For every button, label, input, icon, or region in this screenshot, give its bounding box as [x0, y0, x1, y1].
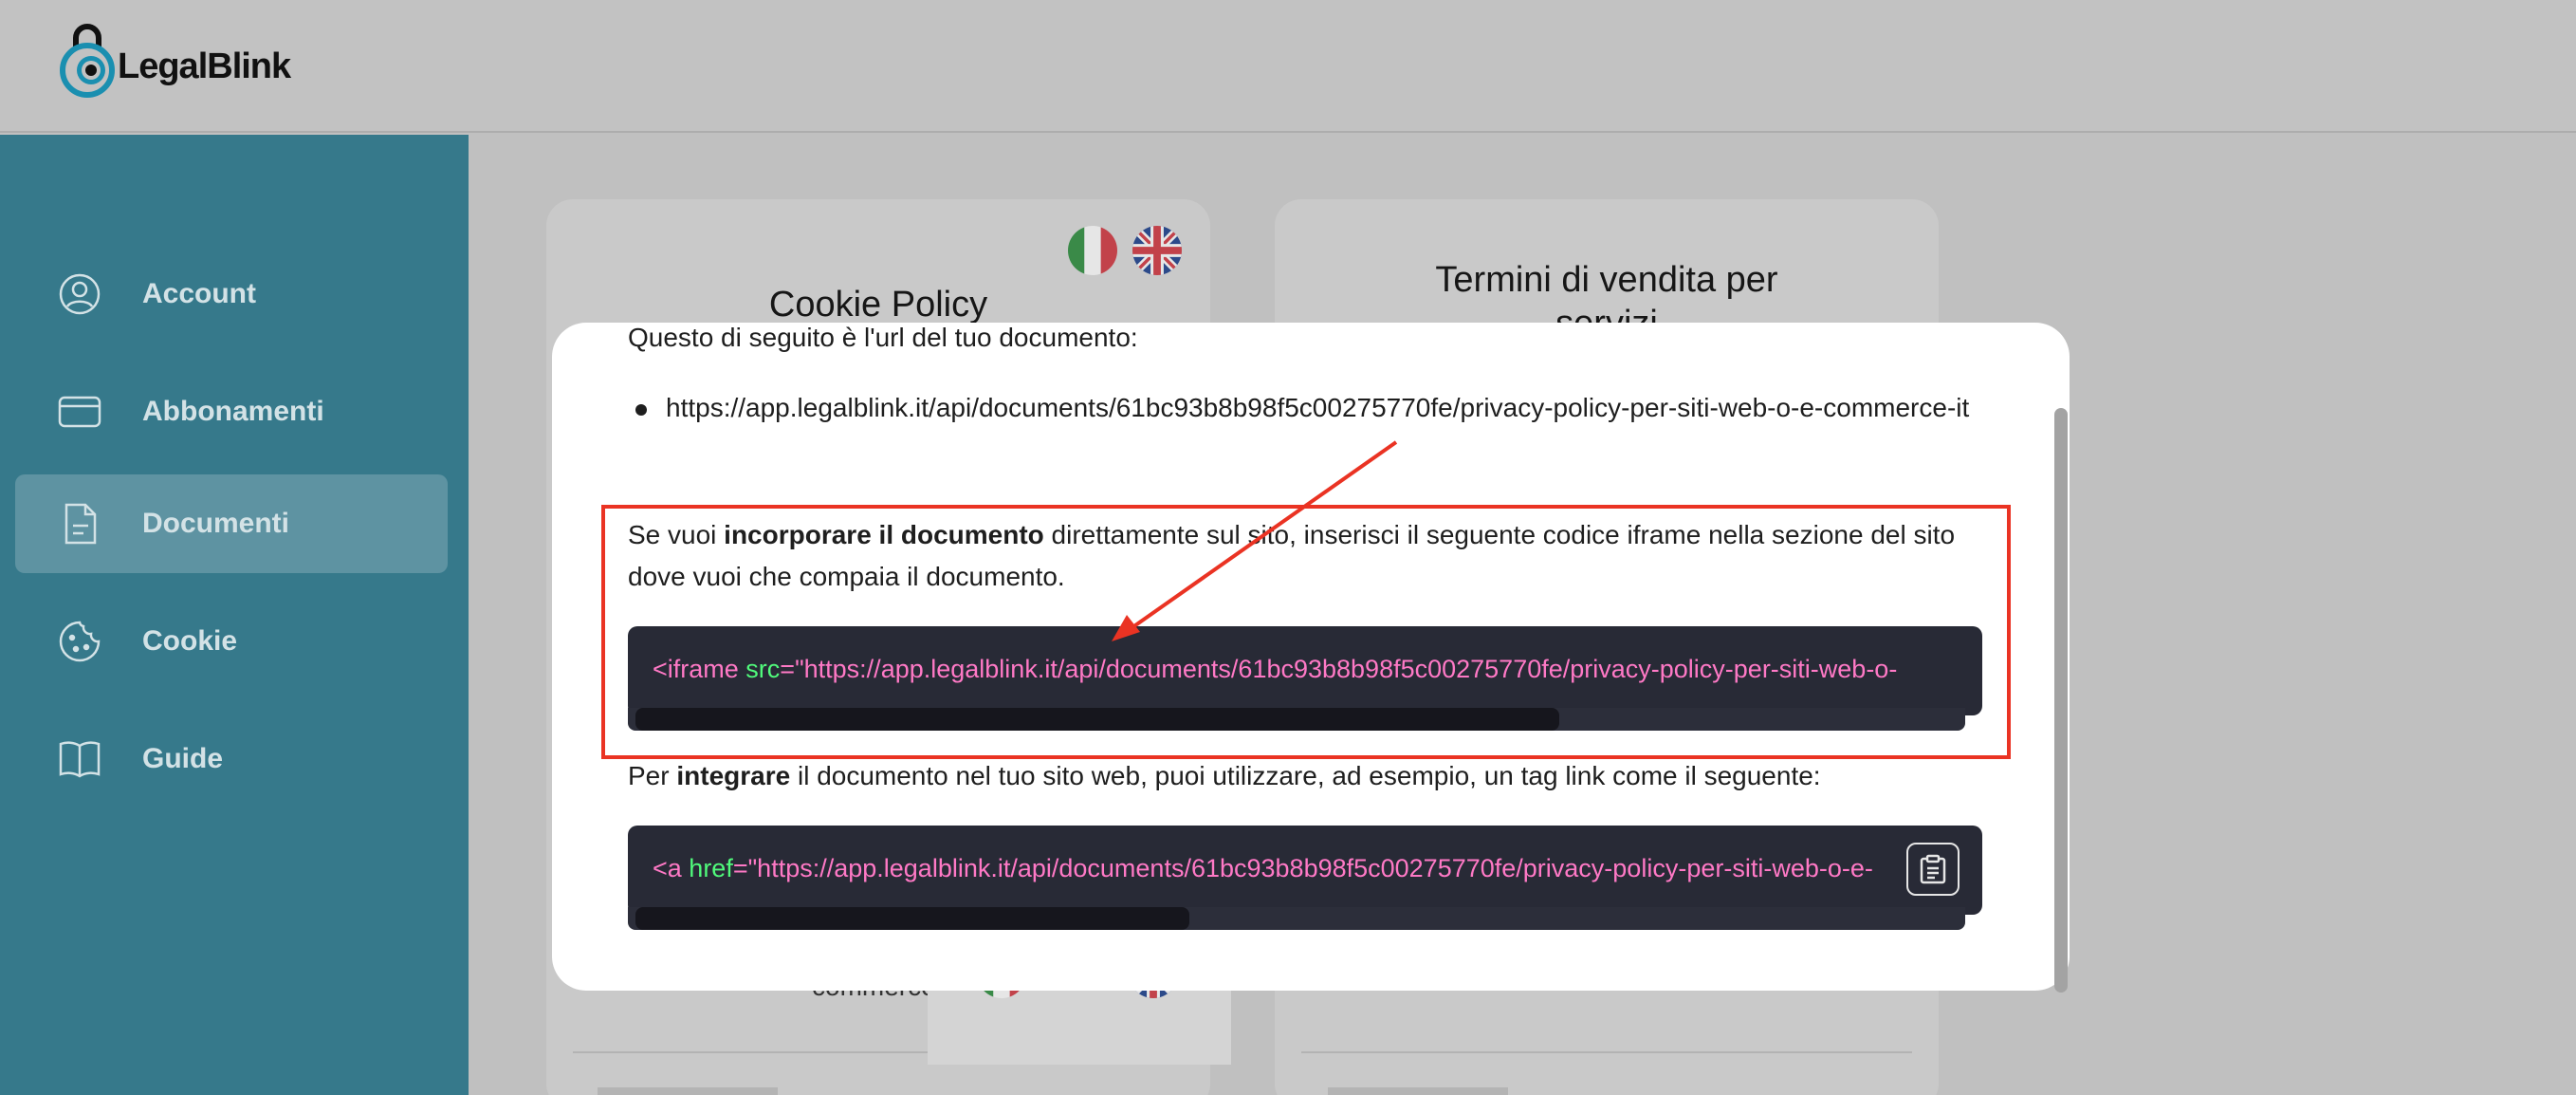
sidebar-item-cookie[interactable]: Cookie — [15, 592, 448, 691]
brand-name: LegalBlink — [118, 46, 291, 86]
user-circle-icon — [57, 271, 102, 317]
sidebar-item-account[interactable]: Account — [15, 245, 448, 343]
card-divider — [1301, 1051, 1912, 1053]
integrate-text-bold: integrare — [676, 761, 791, 790]
sidebar-item-abbonamenti[interactable]: Abbonamenti — [15, 362, 448, 461]
sidebar-item-guide[interactable]: Guide — [15, 710, 448, 808]
card-button-stub — [1328, 1087, 1508, 1095]
brand-logo[interactable]: LegalBlink — [59, 11, 291, 99]
card-title: Cookie Policy — [768, 285, 988, 325]
clipboard-icon — [1920, 854, 1946, 884]
sidebar-item-label: Documenti — [142, 508, 290, 539]
top-bar: LegalBlink — [0, 0, 2576, 133]
scrollbar-thumb[interactable] — [635, 907, 1189, 930]
list-bullet — [635, 404, 647, 416]
document-icon — [57, 501, 102, 547]
italy-flag-icon[interactable] — [1068, 226, 1117, 275]
link-code-block[interactable]: <a href="https://app.legalblink.it/api/d… — [628, 826, 1982, 915]
sidebar-item-documenti[interactable]: Documenti — [15, 474, 448, 573]
integrate-instructions: Per integrare il documento nel tuo sito … — [628, 755, 1994, 797]
sidebar: Account Abbonamenti Documenti Cookie Gui… — [0, 135, 469, 1095]
cookie-icon — [57, 619, 102, 664]
code-attr: href — [689, 854, 733, 882]
integrate-text: Per — [628, 761, 677, 790]
card-button-stub — [598, 1087, 778, 1095]
sidebar-item-label: Abbonamenti — [142, 396, 324, 427]
integrate-text: il documento nel tuo sito web, puoi util… — [790, 761, 1821, 790]
copy-link-button[interactable] — [1906, 843, 1960, 896]
code-tag: <a — [653, 854, 690, 882]
modal-intro: Questo di seguito è l'url del tuo docume… — [628, 323, 1138, 352]
link-code-scrollbar[interactable] — [628, 907, 1965, 930]
credit-card-icon — [57, 389, 102, 435]
lock-logo-icon — [60, 24, 115, 98]
sidebar-item-label: Cookie — [142, 625, 238, 657]
uk-flag-icon[interactable] — [1132, 226, 1182, 275]
document-url[interactable]: https://app.legalblink.it/api/documents/… — [666, 387, 2013, 429]
card-title-line: Termini di vendita per — [1435, 260, 1778, 300]
book-icon — [57, 736, 102, 782]
sidebar-item-label: Account — [142, 278, 256, 309]
code-value: ="https://app.legalblink.it/api/document… — [732, 854, 1873, 882]
sidebar-item-label: Guide — [142, 743, 224, 774]
annotation-highlight-box — [601, 505, 2011, 759]
modal-scrollbar[interactable] — [2054, 408, 2068, 993]
link-code: <a href="https://app.legalblink.it/api/d… — [653, 854, 1873, 883]
